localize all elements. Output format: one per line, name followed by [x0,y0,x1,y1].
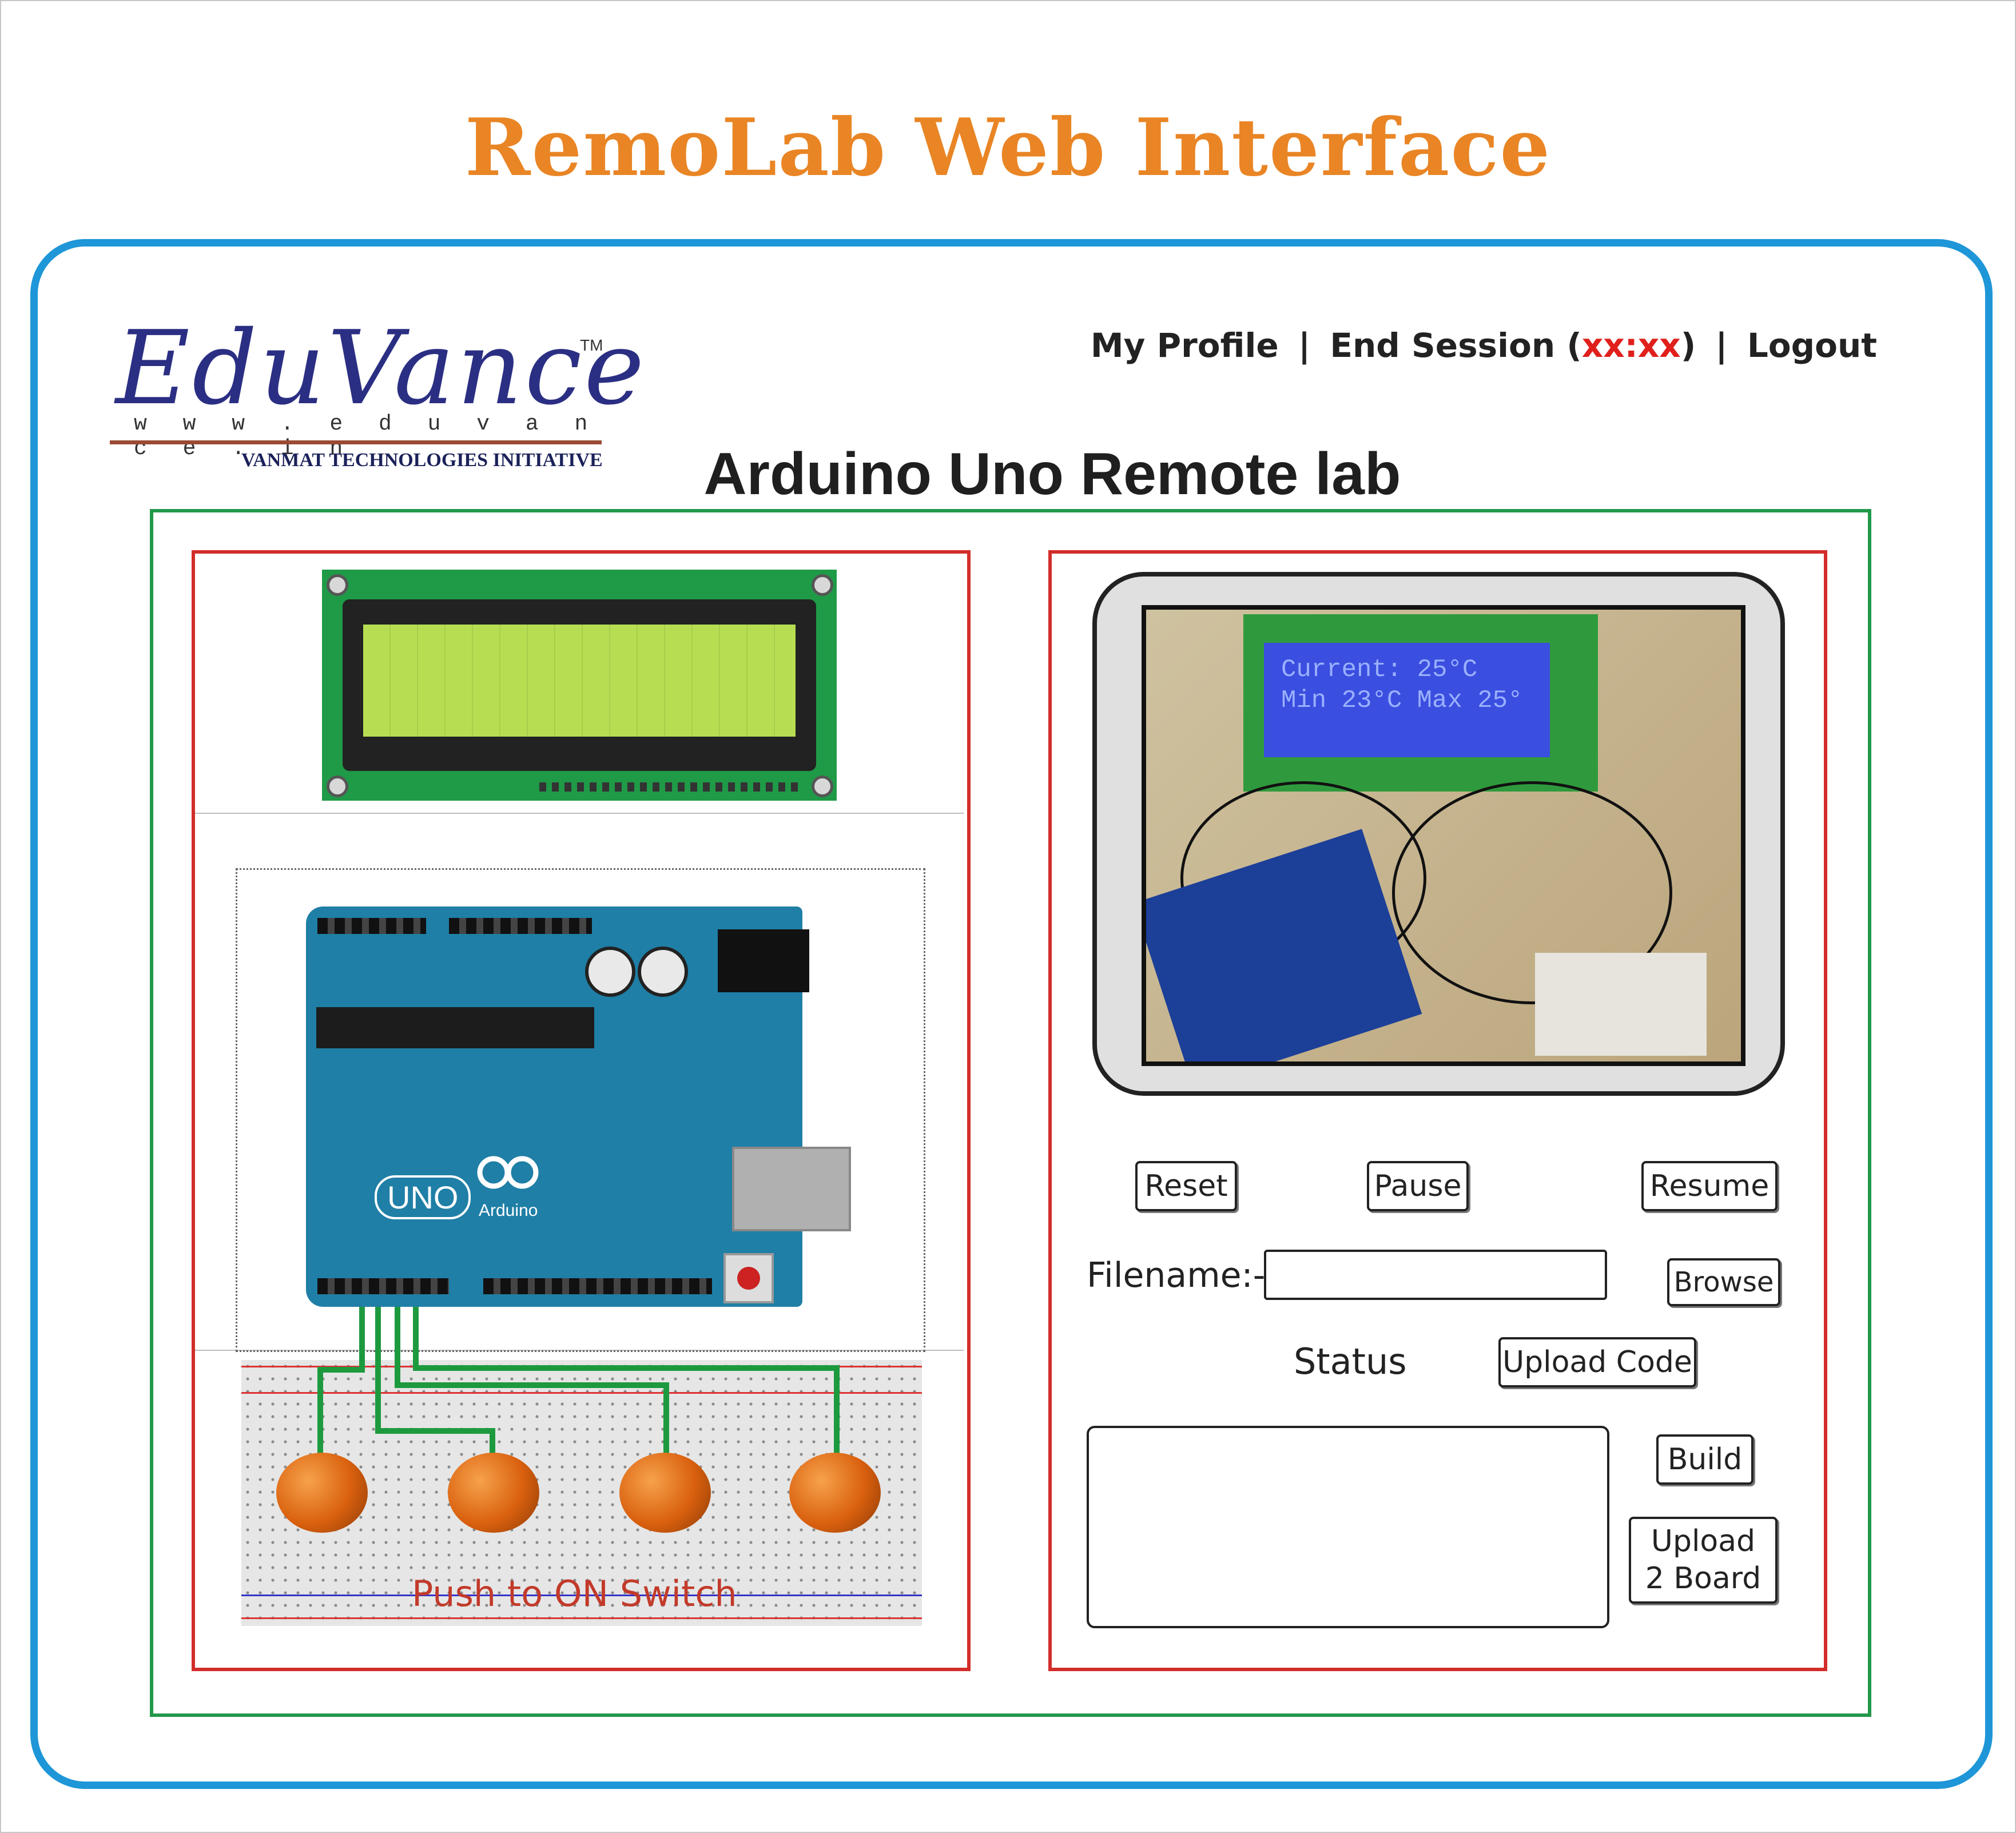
webcam-feed: Current: 25°C Min 23°C Max 25° [1142,605,1745,1066]
push-button-1[interactable] [276,1453,368,1533]
wire [413,1307,419,1370]
wire [395,1382,669,1388]
logo-divider [110,440,602,444]
lab-title: Arduino Uno Remote lab [703,441,1401,507]
filename-label: Filename:- [1087,1255,1266,1295]
push-button-3[interactable] [619,1453,711,1533]
filename-input[interactable] [1264,1250,1607,1300]
wire [359,1307,365,1370]
top-navigation: My Profile | End Session (xx:xx) | Logou… [1091,326,1877,365]
wire [317,1367,365,1373]
upload-code-button[interactable]: Upload Code [1498,1337,1696,1387]
wire [834,1365,840,1460]
nav-separator: | [1298,326,1311,365]
microcontroller-chip [316,1007,594,1048]
end-session-label: End Session [1330,326,1556,365]
webcam-lcd-board: Current: 25°C Min 23°C Max 25° [1243,614,1598,792]
lcd-screen [363,625,796,737]
logo-brand: EduVance [116,309,647,427]
logo-tagline: VANMAT TECHNOLOGIES INITIATIVE [241,450,603,471]
lcd-display [322,570,837,801]
power-jack [718,929,809,992]
digital-header [317,1278,449,1294]
timer-open-paren: ( [1566,326,1582,365]
my-profile-link[interactable]: My Profile [1091,326,1279,365]
timer-close-paren: ) [1680,326,1696,365]
browse-button[interactable]: Browse [1667,1258,1780,1306]
wire [375,1307,381,1434]
webcam-lcd-line1: Current: 25°C [1281,655,1478,684]
build-button[interactable]: Build [1656,1434,1753,1485]
push-button-4[interactable] [789,1453,881,1533]
capacitor [638,947,688,997]
uno-logo: UNO [375,1175,471,1219]
arduino-uno-board: UNO Arduino [306,906,851,1307]
logo-trademark: TM [580,336,603,354]
lcd-pin-header [539,782,802,792]
webcam-lcd-line2: Min 23°C Max 25° [1281,686,1523,715]
wire [375,1428,495,1434]
mount-hole [327,574,348,596]
resume-button[interactable]: Resume [1641,1161,1778,1211]
end-session-link[interactable]: End Session (xx:xx) [1330,326,1696,365]
status-output [1087,1426,1609,1628]
power-rail [241,1392,922,1394]
session-timer: xx:xx [1581,326,1681,365]
logout-link[interactable]: Logout [1747,326,1877,365]
push-button-2[interactable] [448,1453,539,1533]
power-header [317,918,426,934]
webcam-frame: Current: 25°C Min 23°C Max 25° [1092,572,1785,1096]
wire [413,1365,840,1371]
reset-switch [723,1253,774,1303]
status-label: Status [1294,1341,1407,1382]
wire [395,1307,400,1387]
mount-hole [327,776,348,797]
wire [317,1367,323,1458]
upload-to-board-button[interactable]: Upload 2 Board [1629,1517,1778,1604]
capacitor [585,947,635,997]
pause-button[interactable]: Pause [1367,1161,1469,1211]
eduvance-logo[interactable]: EduVance TM w w w . e d u v a n c e . i … [110,297,645,475]
power-rail [241,1617,922,1619]
mount-hole [812,574,833,596]
mount-hole [812,776,833,797]
analog-header [449,918,592,934]
breadboard-label: Push to ON Switch [412,1573,737,1615]
usb-port [732,1147,851,1231]
webcam-lcd-screen: Current: 25°C Min 23°C Max 25° [1264,643,1550,757]
arduino-infinity-icon [477,1156,539,1189]
webcam-breadboard [1535,953,1707,1056]
digital-header [483,1278,712,1294]
nav-separator: | [1715,326,1728,365]
wire [663,1382,669,1460]
arduino-brand: Arduino [479,1201,538,1220]
page-title: RemoLab Web Interface [464,101,1552,194]
reset-button[interactable]: Reset [1135,1161,1237,1211]
hardware-divider [195,813,964,814]
